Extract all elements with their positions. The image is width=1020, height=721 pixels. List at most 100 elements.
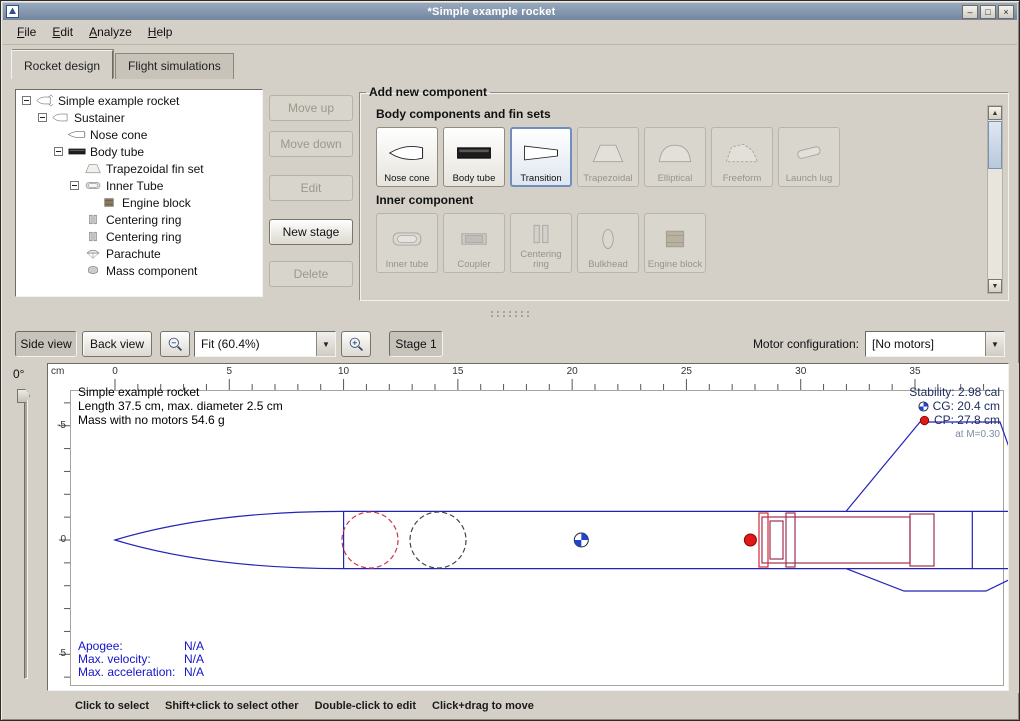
stage-buttons: Move up Move down Edit New stage Delete <box>269 95 353 287</box>
add-component-panel: Add new component Body components and fi… <box>359 85 1009 301</box>
coupler-icon <box>445 217 503 260</box>
component-tree: Simple example rocketSustainerNose coneB… <box>15 89 263 297</box>
rocket-canvas[interactable]: cm <box>47 363 1009 691</box>
bodytube-icon <box>67 145 87 158</box>
tree-item-engine-block[interactable]: Engine block <box>16 194 262 211</box>
add-freeform-button[interactable]: Freeform <box>711 127 773 187</box>
v-ruler-label: -5 <box>48 420 66 431</box>
launchlug-icon <box>780 131 838 174</box>
tree-expander-icon[interactable] <box>22 96 31 105</box>
tree-item-simple-example-rocket[interactable]: Simple example rocket <box>16 92 262 109</box>
tree-item-sustainer[interactable]: Sustainer <box>16 109 262 126</box>
tab-flight-simulations[interactable]: Flight simulations <box>115 53 234 79</box>
chevron-down-icon[interactable]: ▼ <box>316 332 335 356</box>
add-body-tube-button[interactable]: Body tube <box>443 127 505 187</box>
mass-icon <box>83 264 103 277</box>
cg-value: CG: 20.4 cm <box>933 399 1000 413</box>
tree-item-centering-ring[interactable]: Centering ring <box>16 211 262 228</box>
splitter-handle[interactable] <box>489 310 533 318</box>
tab-rocket-design[interactable]: Rocket design <box>11 50 113 79</box>
add-trapezoidal-button[interactable]: Trapezoidal <box>577 127 639 187</box>
rotation-slider[interactable] <box>24 391 28 679</box>
rotation-slider-thumb[interactable] <box>17 389 30 403</box>
motor-configuration-value: [No motors] <box>866 337 985 351</box>
body-components-and-fin-sets-label: Body components and fin sets <box>376 107 982 121</box>
tree-item-centering-ring[interactable]: Centering ring <box>16 228 262 245</box>
window-title: *Simple example rocket <box>23 6 960 18</box>
motor-configuration-select[interactable]: [No motors] ▼ <box>865 331 1005 357</box>
menu-help[interactable]: Help <box>140 22 181 42</box>
add-bulkhead-button[interactable]: Bulkhead <box>577 213 639 273</box>
view-toolbar: Side view Back view Fit (60.4%) ▼ Stage … <box>3 327 1017 361</box>
add-launch-lug-button[interactable]: Launch lug <box>778 127 840 187</box>
add-engine-block-button[interactable]: Engine block <box>644 213 706 273</box>
add-transition-button[interactable]: Transition <box>510 127 572 187</box>
menu-edit[interactable]: Edit <box>44 22 81 42</box>
scrollbar-up-icon[interactable]: ▲ <box>988 106 1002 120</box>
add-coupler-button[interactable]: Coupler <box>443 213 505 273</box>
h-ruler-label: 35 <box>909 366 920 377</box>
innertube-icon <box>83 179 103 192</box>
cp-icon <box>919 415 930 426</box>
tree-item-body-tube[interactable]: Body tube <box>16 143 262 160</box>
cg-marker <box>574 533 588 547</box>
tree-item-parachute[interactable]: Parachute <box>16 245 262 262</box>
chevron-down-icon[interactable]: ▼ <box>985 332 1004 356</box>
menu-analyze[interactable]: Analyze <box>81 22 140 42</box>
tree-expander-icon[interactable] <box>38 113 47 122</box>
maximize-button[interactable]: □ <box>980 5 996 19</box>
edit-button[interactable]: Edit <box>269 175 353 201</box>
parachute-icon <box>83 247 103 260</box>
add-inner-tube-button[interactable]: Inner tube <box>376 213 438 273</box>
title-bar[interactable]: *Simple example rocket – □ × <box>3 3 1017 20</box>
side-view-button[interactable]: Side view <box>15 331 77 357</box>
engineblock-icon <box>646 217 704 260</box>
zoom-select[interactable]: Fit (60.4%) ▼ <box>194 331 336 357</box>
add-centering-ring-button[interactable]: Centering ring <box>510 213 572 273</box>
delete-button[interactable]: Delete <box>269 261 353 287</box>
minimize-button[interactable]: – <box>962 5 978 19</box>
tree-item-mass-component[interactable]: Mass component <box>16 262 262 279</box>
tree-item-nose-cone[interactable]: Nose cone <box>16 126 262 143</box>
zoom-in-button[interactable] <box>341 331 371 357</box>
v-ruler-label: 5 <box>48 648 66 659</box>
cp-value: CP: 27.8 cm <box>934 413 1000 427</box>
tree-expander-icon[interactable] <box>54 147 63 156</box>
rotation-angle-label: 0° <box>13 367 24 381</box>
status-hint: Click+drag to move <box>432 700 534 712</box>
stage-1-toggle[interactable]: Stage 1 <box>389 331 443 357</box>
h-ruler-label: 25 <box>681 366 692 377</box>
stability-value: Stability: 2.98 cal <box>909 385 1000 399</box>
transition-icon <box>512 131 570 174</box>
rocket-name: Simple example rocket <box>78 385 283 399</box>
add-nose-cone-button[interactable]: Nose cone <box>376 127 438 187</box>
back-view-button[interactable]: Back view <box>82 331 152 357</box>
menu-file[interactable]: File <box>9 22 44 42</box>
move-down-button[interactable]: Move down <box>269 131 353 157</box>
new-stage-button[interactable]: New stage <box>269 219 353 245</box>
tree-item-trapezoidal-fin-set[interactable]: Trapezoidal fin set <box>16 160 262 177</box>
nosecone-icon <box>67 128 87 141</box>
move-up-button[interactable]: Move up <box>269 95 353 121</box>
status-hint: Double-click to edit <box>315 700 416 712</box>
scrollbar-thumb[interactable] <box>988 121 1002 169</box>
status-bar: Click to selectShift+click to select oth… <box>3 693 1017 718</box>
tree-item-inner-tube[interactable]: Inner Tube <box>16 177 262 194</box>
flight-stats: Apogee:N/AMax. velocity:N/AMax. accelera… <box>78 640 204 679</box>
h-ruler-label: 20 <box>567 366 578 377</box>
rocket-length: Length 37.5 cm, max. diameter 2.5 cm <box>78 399 283 413</box>
close-button[interactable]: × <box>998 5 1014 19</box>
status-hint: Shift+click to select other <box>165 700 299 712</box>
app-icon <box>6 5 19 18</box>
ruler-unit-label: cm <box>51 366 64 377</box>
rocket-icon <box>35 94 55 107</box>
h-ruler-label: 10 <box>338 366 349 377</box>
cg-icon <box>918 401 929 412</box>
motor-configuration-label: Motor configuration: <box>753 337 859 351</box>
tree-expander-icon[interactable] <box>70 181 79 190</box>
add-panel-scrollbar[interactable]: ▲ ▼ <box>987 105 1003 294</box>
scrollbar-down-icon[interactable]: ▼ <box>988 279 1002 293</box>
h-ruler-label: 15 <box>452 366 463 377</box>
zoom-out-button[interactable] <box>160 331 190 357</box>
add-elliptical-button[interactable]: Elliptical <box>644 127 706 187</box>
